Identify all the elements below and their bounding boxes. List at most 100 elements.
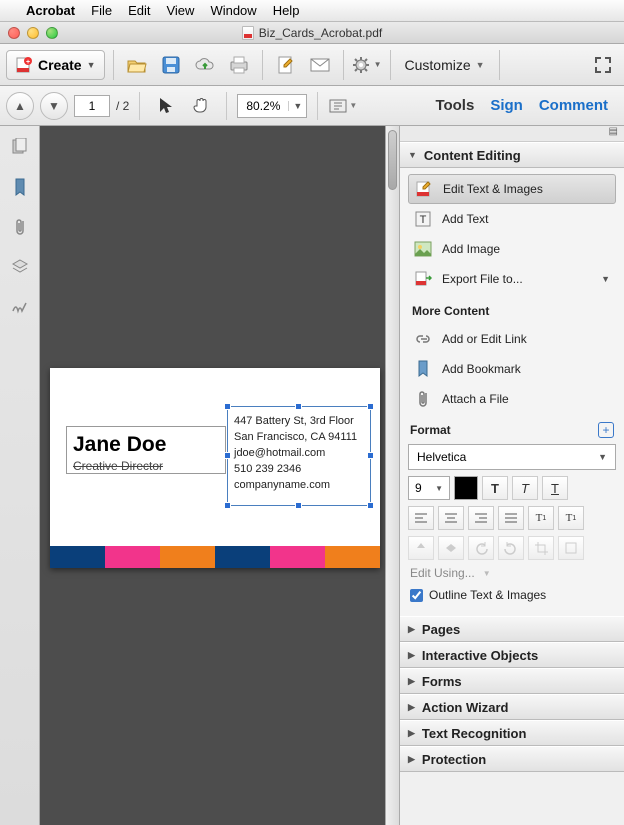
tool-label: Add or Edit Link [442,332,527,346]
cloud-upload-button[interactable] [190,50,220,80]
select-tool-button[interactable] [150,91,180,121]
hand-tool-button[interactable] [186,91,216,121]
panel-options-button[interactable]: ▤ [400,126,624,142]
rotate-cw-button[interactable] [498,536,524,560]
menubar-app[interactable]: Acrobat [26,3,75,18]
hand-icon [192,96,210,116]
italic-button[interactable]: T [512,476,538,500]
tools-panel: ▤ ▼ Content Editing Edit Text & Images T… [399,126,624,825]
align-justify-button[interactable] [498,506,524,530]
attachments-tab[interactable] [9,216,31,238]
settings-button[interactable]: ▼ [352,50,382,80]
section-label: Content Editing [424,148,521,163]
flip-v-button[interactable] [408,536,434,560]
save-button[interactable] [156,50,186,80]
pdf-page[interactable]: Jane Doe Creative Director 447 Battery S… [50,368,380,568]
crop-button[interactable] [528,536,554,560]
tool-export-file[interactable]: Export File to... ▼ [408,264,616,294]
superscript-button[interactable]: T1 [528,506,554,530]
tools-link[interactable]: Tools [435,97,474,114]
underline-button[interactable]: T [542,476,568,500]
outline-label: Outline Text & Images [429,588,546,602]
section-text-recognition[interactable]: ▶ Text Recognition [400,720,624,746]
print-button[interactable] [224,50,254,80]
crop-icon [534,541,548,555]
pages-icon [11,138,29,156]
page-down-button[interactable]: ▼ [40,92,68,120]
expand-format-button[interactable]: + [598,422,614,438]
scrollbar-thumb[interactable] [388,130,397,190]
tool-attach-file[interactable]: Attach a File [408,384,616,414]
menu-view[interactable]: View [166,3,194,18]
add-image-icon [414,240,432,258]
zoom-select[interactable]: 80.2% ▼ [237,94,307,118]
comment-link[interactable]: Comment [539,97,608,114]
tool-edit-text-images[interactable]: Edit Text & Images [408,174,616,204]
rotate-ccw-button[interactable] [468,536,494,560]
edit-doc-button[interactable] [271,50,301,80]
fullscreen-button[interactable] [588,50,618,80]
customize-button[interactable]: Customize ▼ [399,57,491,73]
sign-link[interactable]: Sign [490,97,523,114]
tool-add-text[interactable]: T Add Text [408,204,616,234]
page-number-input[interactable] [74,95,110,117]
section-label: Action Wizard [422,700,509,715]
open-button[interactable] [122,50,152,80]
document-area[interactable]: Jane Doe Creative Director 447 Battery S… [40,126,399,825]
page-up-button[interactable]: ▲ [6,92,34,120]
thumbnails-tab[interactable] [9,136,31,158]
align-right-button[interactable] [468,506,494,530]
window-title: Biz_Cards_Acrobat.pdf [259,26,382,40]
chevron-right-icon: ▶ [408,754,415,765]
tool-add-edit-link[interactable]: Add or Edit Link [408,324,616,354]
create-button[interactable]: + Create ▼ [6,50,105,80]
menu-edit[interactable]: Edit [128,3,150,18]
vertical-scrollbar[interactable] [385,126,399,825]
selected-text-frame[interactable]: 447 Battery St, 3rd Floor San Francisco,… [227,406,371,506]
menu-window[interactable]: Window [210,3,256,18]
section-protection[interactable]: ▶ Protection [400,746,624,772]
bookmark-icon [13,178,27,196]
chevron-down-icon: ▼ [288,101,306,111]
section-content-editing[interactable]: ▼ Content Editing [400,142,624,168]
font-color-swatch[interactable] [454,476,478,500]
tool-add-image[interactable]: Add Image [408,234,616,264]
page-pencil-icon [276,55,296,75]
bold-button[interactable]: T [482,476,508,500]
signatures-tab[interactable] [9,296,31,318]
menu-file[interactable]: File [91,3,112,18]
svg-text:T: T [420,214,427,226]
align-center-button[interactable] [438,506,464,530]
tool-label: Add Image [442,242,500,256]
envelope-icon [309,57,331,73]
menu-help[interactable]: Help [273,3,300,18]
section-action-wizard[interactable]: ▶ Action Wizard [400,694,624,720]
font-family-select[interactable]: Helvetica ▼ [408,444,616,470]
name-text-box[interactable]: Jane Doe Creative Director [66,426,226,474]
flip-h-icon [444,541,458,555]
subscript-button[interactable]: T1 [558,506,584,530]
layers-tab[interactable] [9,256,31,278]
outline-checkbox[interactable] [410,589,423,602]
read-mode-button[interactable]: ▼ [328,91,358,121]
layers-icon [11,258,29,276]
card-color-bar [50,546,380,568]
replace-image-button[interactable] [558,536,584,560]
chevron-down-icon: ▼ [476,60,485,70]
section-pages[interactable]: ▶ Pages [400,616,624,642]
section-forms[interactable]: ▶ Forms [400,668,624,694]
chevron-down-icon: ▼ [483,569,491,578]
email-button[interactable] [305,50,335,80]
font-size-select[interactable]: 9 ▼ [408,476,450,500]
bookmarks-tab[interactable] [9,176,31,198]
cursor-icon [157,96,173,116]
edit-using-select[interactable]: Edit Using... ▼ [410,566,614,580]
card-email: jdoe@hotmail.com [228,445,370,461]
card-phone: 510 239 2346 [228,461,370,477]
italic-icon: T [521,481,529,496]
section-interactive-objects[interactable]: ▶ Interactive Objects [400,642,624,668]
align-left-button[interactable] [408,506,434,530]
arrow-up-icon: ▲ [14,99,26,113]
tool-add-bookmark[interactable]: Add Bookmark [408,354,616,384]
flip-h-button[interactable] [438,536,464,560]
